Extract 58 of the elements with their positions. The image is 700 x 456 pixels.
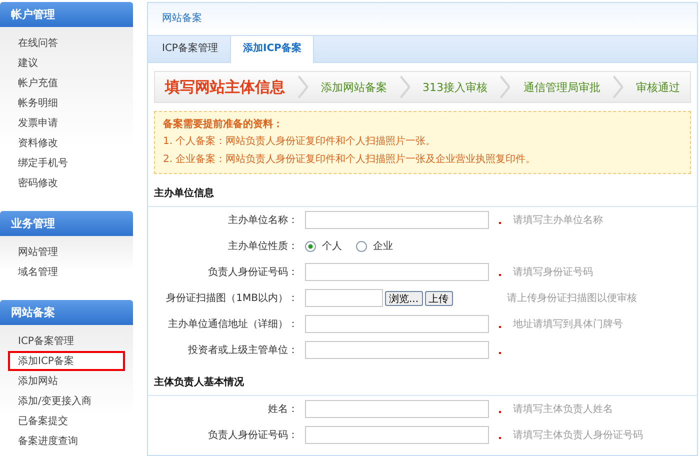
input-field[interactable] — [305, 426, 489, 444]
input-field[interactable] — [305, 211, 489, 229]
sidebar-item[interactable]: 建议 — [8, 53, 125, 73]
sidebar-item[interactable]: 发票申请 — [8, 113, 125, 133]
field-label: 主办单位通信地址（详细）： — [167, 318, 298, 331]
upload-button[interactable]: 上传 — [424, 290, 453, 306]
field-hint: 请填写身份证号码 — [513, 266, 593, 279]
sidebar-item[interactable]: 网站管理 — [8, 242, 125, 262]
sidebar-section-header: 帐户管理 — [0, 2, 133, 27]
section-title: 主办单位信息 — [148, 182, 697, 207]
field-label: 负责人身份证号码： — [207, 428, 298, 442]
field-hint: 请上传身份证扫描图以便审核 — [507, 292, 637, 305]
sidebar-item[interactable]: 在线问答 — [8, 33, 125, 53]
section-title: 主体负责人基本情况 — [148, 371, 697, 396]
sidebar-item[interactable]: 已备案提交 — [8, 411, 125, 431]
notice-title: 备案需要提前准备的资料： — [163, 117, 284, 132]
tab[interactable]: 添加ICP备案 — [230, 36, 314, 63]
field-label: 姓名： — [267, 403, 298, 416]
sidebar-item[interactable]: 密码修改 — [8, 173, 125, 193]
sidebar-item[interactable]: 绑定手机号 — [8, 153, 125, 173]
step-label: 添加网站备案 — [320, 80, 387, 94]
sidebar-item[interactable]: 资料修改 — [8, 133, 125, 153]
field-hint: 请填写主体负责人姓名 — [513, 402, 613, 416]
input-field[interactable] — [305, 263, 489, 281]
step-label: 313接入审核 — [422, 80, 488, 94]
step-label: 通信管理局审批 — [523, 80, 600, 94]
radio-label: 个人 — [322, 240, 342, 253]
field-label: 身份证扫描图（1MB以内）： — [165, 292, 298, 305]
notice-text: 1. 个人备案：网站负责人身份证复印件和个人扫描照片一张。 — [163, 134, 437, 149]
input-field[interactable] — [305, 400, 489, 418]
sidebar-section-header: 业务管理 — [0, 211, 133, 236]
sidebar-item[interactable]: 帐务明细 — [8, 93, 125, 113]
input-field[interactable] — [305, 341, 489, 359]
sidebar-item[interactable]: 添加网站 — [8, 371, 125, 391]
notice-text: 2. 企业备案：网站负责人身份证复印件和个人扫描照片一张及企业营业执照复印件。 — [163, 152, 537, 167]
field-hint: 地址请填写到具体门牌号 — [513, 318, 623, 331]
radio-label: 企业 — [373, 240, 393, 253]
sidebar-section-header: 网站备案 — [0, 300, 133, 325]
input-field[interactable] — [305, 315, 489, 333]
file-path-field[interactable] — [305, 289, 383, 307]
sidebar-item[interactable]: 添加/变更接入商 — [8, 391, 125, 411]
field-hint: 请填写主办单位名称 — [513, 214, 603, 227]
panel-title: 网站备案 — [148, 3, 697, 36]
field-label: 负责人身份证号码： — [207, 266, 298, 279]
sidebar-item[interactable]: 帐户充值 — [8, 73, 125, 93]
field-label: 主办单位名称： — [227, 214, 298, 227]
sidebar-item[interactable]: 备案进度查询 — [8, 431, 125, 451]
field-label: 投资者或上级主管单位： — [187, 344, 298, 357]
sidebar-item[interactable]: 域名管理 — [8, 262, 125, 282]
step-label: 填写网站主体信息 — [165, 78, 285, 96]
sidebar-item[interactable]: ICP备案管理 — [8, 331, 125, 351]
field-label: 主办单位性质： — [227, 240, 298, 253]
browse-button[interactable]: 浏览... — [385, 290, 423, 306]
field-hint: 请填写主体负责人身份证号码 — [513, 428, 643, 442]
step-label: 审核通过 — [636, 80, 680, 94]
sidebar-item[interactable]: 添加ICP备案 — [8, 351, 125, 371]
radio-button[interactable] — [356, 240, 367, 252]
radio-button[interactable] — [305, 240, 316, 252]
